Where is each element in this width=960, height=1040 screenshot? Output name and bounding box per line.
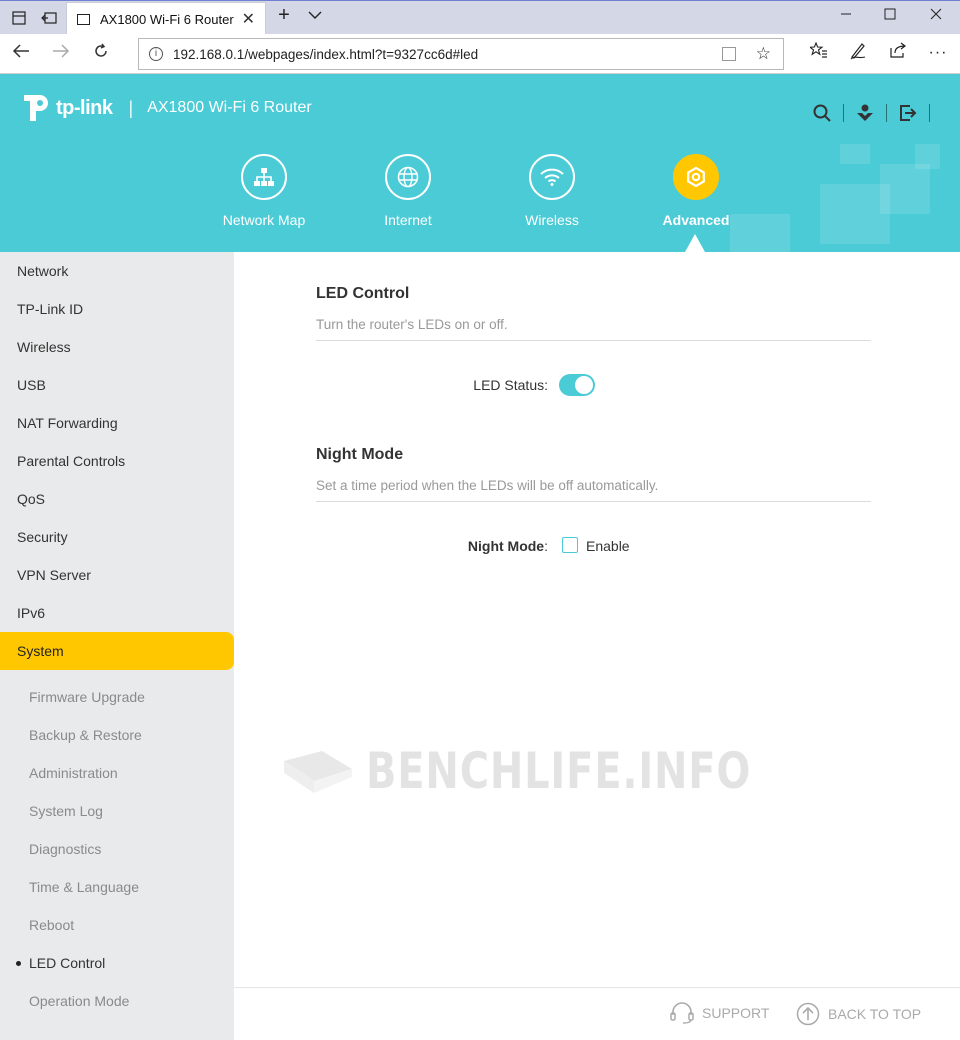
sidebar-item-qos[interactable]: QoS [0, 480, 234, 518]
sidebar-subitem-diagnostics[interactable]: Diagnostics [0, 830, 234, 868]
sidebar-item-vpn-server[interactable]: VPN Server [0, 556, 234, 594]
sidebar-subitem-led-control[interactable]: LED Control [0, 944, 234, 982]
night-mode-label: Night Mode: [467, 538, 548, 554]
enable-label[interactable]: Enable [586, 538, 630, 554]
logout-icon[interactable] [897, 102, 919, 124]
nav-network-map[interactable]: Network Map [194, 154, 334, 228]
url-text[interactable]: 192.168.0.1/webpages/index.html?t=9327cc… [173, 47, 722, 62]
globe-icon [385, 154, 431, 200]
maximize-icon[interactable] [880, 7, 900, 25]
tab-title: AX1800 Wi-Fi 6 Router [100, 11, 234, 27]
header-separator: | [128, 97, 134, 118]
back-arrow-icon[interactable] [10, 42, 32, 64]
section-description: Set a time period when the LEDs will be … [316, 478, 871, 502]
window-close-icon[interactable] [926, 7, 946, 25]
sidebar-subitem-time-language[interactable]: Time & Language [0, 868, 234, 906]
sidebar-item-network[interactable]: Network [0, 252, 234, 290]
address-bar-row: i 192.168.0.1/webpages/index.html?t=9327… [0, 34, 960, 74]
section-title: LED Control [316, 285, 410, 302]
led-control-section: LED Control Turn the router's LEDs on or… [316, 285, 871, 341]
refresh-icon[interactable] [90, 42, 112, 64]
main-navigation: Network Map Internet Wireless Advanced [0, 154, 960, 252]
favorite-star-icon[interactable]: ☆ [756, 44, 771, 64]
wifi-icon [529, 154, 575, 200]
sidebar-subitem-reboot[interactable]: Reboot [0, 906, 234, 944]
sidebar-item-nat-forwarding[interactable]: NAT Forwarding [0, 404, 234, 442]
led-status-toggle[interactable] [559, 374, 595, 396]
tab-preview-chevron-icon[interactable] [305, 7, 325, 25]
minimize-icon[interactable] [836, 7, 856, 25]
night-mode-enable-checkbox[interactable] [562, 537, 578, 553]
night-mode-section: Night Mode Set a time period when the LE… [316, 446, 871, 502]
headset-icon [670, 1002, 694, 1024]
led-status-row: LED Status: [234, 373, 960, 397]
tp-link-logo[interactable]: tp-link | AX1800 Wi-Fi 6 Router [18, 91, 312, 125]
support-link[interactable]: SUPPORT [670, 1002, 769, 1024]
pen-notes-icon[interactable] [847, 42, 869, 64]
sidebar-item-ipv6[interactable]: IPv6 [0, 594, 234, 632]
close-tab-icon[interactable]: ✕ [242, 9, 255, 29]
new-tab-icon[interactable]: + [274, 4, 294, 27]
share-icon[interactable] [887, 42, 909, 64]
header-divider [886, 104, 887, 122]
back-to-top-label: BACK TO TOP [828, 1006, 922, 1022]
main-content: LED Control Turn the router's LEDs on or… [234, 252, 960, 987]
nav-label: Internet [384, 212, 432, 228]
nav-label: Network Map [222, 212, 306, 228]
set-aside-tabs-icon[interactable] [40, 9, 58, 27]
nav-internet[interactable]: Internet [338, 154, 478, 228]
sidebar-subitem-system-log[interactable]: System Log [0, 792, 234, 830]
sidebar-item-security[interactable]: Security [0, 518, 234, 556]
page-footer: SUPPORT BACK TO TOP [234, 987, 960, 1040]
tp-link-logo-icon [18, 91, 52, 125]
nav-wireless[interactable]: Wireless [482, 154, 622, 228]
network-map-icon [241, 154, 287, 200]
watermark-text: BENCHLIFE.INFO [366, 742, 752, 800]
sidebar-item-usb[interactable]: USB [0, 366, 234, 404]
support-label: SUPPORT [702, 1005, 770, 1021]
reading-view-icon[interactable] [721, 47, 736, 61]
header-divider [843, 104, 844, 122]
sidebar-item-tp-link-id[interactable]: TP-Link ID [0, 290, 234, 328]
forward-arrow-icon[interactable] [50, 42, 72, 64]
back-to-top-link[interactable]: BACK TO TOP [796, 1002, 921, 1026]
sidebar-item-wireless[interactable]: Wireless [0, 328, 234, 366]
header-actions [811, 102, 940, 124]
header-divider [929, 104, 930, 122]
sidebar-item-system[interactable]: System [0, 632, 234, 670]
router-model: AX1800 Wi-Fi 6 Router [147, 99, 312, 116]
nav-label: Advanced [662, 212, 730, 228]
url-field[interactable]: i 192.168.0.1/webpages/index.html?t=9327… [138, 38, 784, 70]
site-info-icon[interactable]: i [149, 47, 163, 61]
active-nav-caret [685, 234, 705, 252]
more-options-icon[interactable]: ··· [927, 42, 949, 64]
sidebar: Network TP-Link ID Wireless USB NAT Forw… [0, 252, 234, 1040]
search-icon[interactable] [811, 102, 833, 124]
browser-tab-bar: AX1800 Wi-Fi 6 Router ✕ + [0, 0, 960, 35]
sidebar-subitem-firmware-upgrade[interactable]: Firmware Upgrade [0, 678, 234, 716]
system-submenu: Firmware Upgrade Backup & Restore Admini… [0, 670, 234, 1020]
toggle-knob [575, 376, 593, 394]
watermark: BENCHLIFE.INFO [282, 742, 848, 800]
arrow-up-circle-icon [796, 1002, 820, 1026]
section-description: Turn the router's LEDs on or off. [316, 317, 871, 341]
page-icon [77, 13, 90, 25]
browser-tab[interactable]: AX1800 Wi-Fi 6 Router ✕ [66, 2, 266, 35]
tab-manager-icon[interactable] [10, 9, 28, 27]
sidebar-subitem-operation-mode[interactable]: Operation Mode [0, 982, 234, 1020]
night-mode-row: Night Mode: Enable [234, 534, 960, 558]
router-header: tp-link | AX1800 Wi-Fi 6 Router Network … [0, 74, 960, 252]
sidebar-subitem-backup-restore[interactable]: Backup & Restore [0, 716, 234, 754]
account-icon[interactable] [854, 102, 876, 124]
brand-name: tp-link [56, 96, 113, 119]
gear-icon [673, 154, 719, 200]
led-status-label: LED Status: [473, 377, 548, 393]
section-title: Night Mode [316, 446, 404, 463]
favorites-list-icon[interactable] [808, 41, 830, 64]
watermark-logo-icon [284, 751, 352, 793]
sidebar-subitem-administration[interactable]: Administration [0, 754, 234, 792]
sidebar-item-parental-controls[interactable]: Parental Controls [0, 442, 234, 480]
nav-label: Wireless [525, 212, 579, 228]
nav-advanced[interactable]: Advanced [626, 154, 766, 228]
